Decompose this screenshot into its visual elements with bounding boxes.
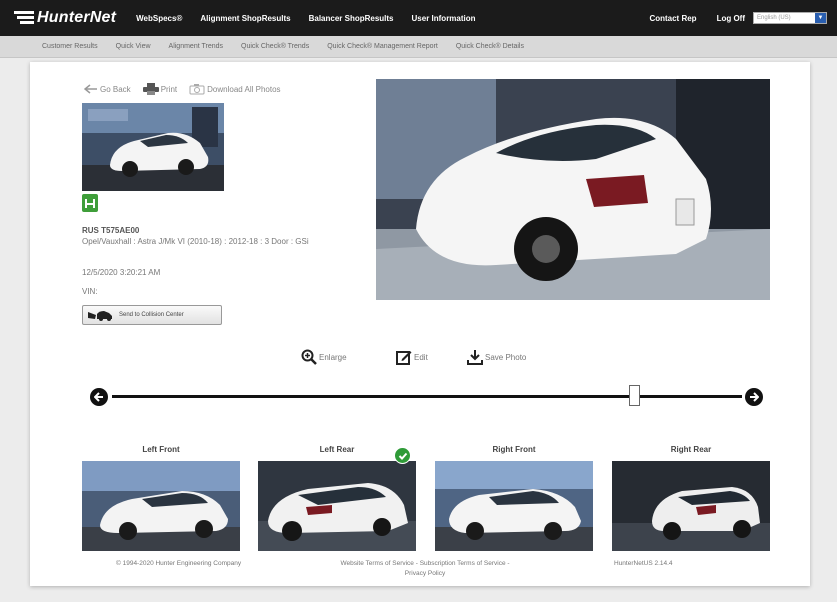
magnify-plus-icon [301,349,317,365]
subnav-quick-check-trends[interactable]: Quick Check® Trends [241,43,309,50]
nav-right-group: Contact Rep Log Off English (US) ▼ [629,0,827,36]
footer-privacy-link[interactable]: Privacy Policy [405,570,445,577]
footer-terms-link[interactable]: Website Terms of Service - Subscription … [340,560,509,567]
license-plate: RUS T575AE00 [82,226,140,235]
arrow-left-icon [94,392,103,402]
vehicle-thumbnail[interactable] [82,103,224,191]
slider-previous-button[interactable] [90,388,108,406]
footer-copyright: © 1994-2020 Hunter Engineering Company [116,560,242,567]
save-photo-label: Save Photo [485,352,527,362]
printer-icon [142,83,159,95]
top-navigation-bar: HunterNet WebSpecs® Alignment ShopResult… [0,0,837,36]
nav-user-information[interactable]: User Information [412,14,476,23]
hunter-logo-icon [14,11,34,25]
gallery-thumb-right-front[interactable] [435,461,593,551]
action-links: Go Back Print Download All Photos [84,83,293,95]
enlarge-tool[interactable]: Enlarge [301,349,347,365]
subnav-quick-check-details[interactable]: Quick Check® Details [456,43,524,50]
download-all-photos-link[interactable]: Download All Photos [189,83,281,95]
hunternet-logo[interactable]: HunterNet [14,0,116,36]
enlarge-label: Enlarge [319,352,347,362]
photo-details-card: Go Back Print Download All Photos RUS T5… [30,62,810,586]
chevron-down-icon: ▼ [815,13,826,23]
vehicle-description: Opel/Vauxhall : Astra J/Mk VI (2010-18) … [82,237,309,246]
gallery-label-right-front: Right Front [492,445,536,454]
go-back-label: Go Back [100,84,131,94]
nav-contact-rep[interactable]: Contact Rep [649,14,696,23]
save-photo-tool[interactable]: Save Photo [467,349,526,365]
gallery-label-left-front: Left Front [142,445,180,454]
collision-car-icon [88,311,112,321]
selected-vehicle-photo[interactable] [376,79,770,300]
nav-webspecs[interactable]: WebSpecs® [136,14,182,23]
print-link[interactable]: Print [142,83,178,95]
selected-check-icon [394,447,411,464]
nav-alignment-shopresults[interactable]: Alignment ShopResults [200,14,290,23]
gallery-thumb-right-rear[interactable] [612,461,770,551]
inspection-datetime: 12/5/2020 3:20:21 AM [82,268,161,277]
send-to-collision-center-button[interactable]: Send to Collision Center [82,305,222,325]
download-label: Download All Photos [207,84,281,94]
edit-tool[interactable]: Edit [396,349,428,365]
sub-navigation-bar: Customer Results Quick View Alignment Tr… [0,36,837,58]
edit-label: Edit [414,352,428,362]
language-select[interactable]: English (US) ▼ [753,12,827,24]
go-back-link[interactable]: Go Back [84,84,131,94]
brand-name: HunterNet [37,9,117,26]
subnav-customer-results[interactable]: Customer Results [42,43,98,50]
gallery-thumb-left-front[interactable] [82,461,240,551]
arrow-right-icon [750,392,759,402]
photo-slider-handle[interactable] [629,385,640,406]
gallery-label-left-rear: Left Rear [319,445,355,454]
language-value: English (US) [757,15,791,21]
nav-balancer-shopresults[interactable]: Balancer ShopResults [309,14,394,23]
footer-terms: Website Terms of Service - Subscription … [315,559,535,579]
edit-pencil-icon [396,351,412,365]
download-icon [467,350,483,365]
vin-label: VIN: [82,287,98,296]
subnav-quick-view[interactable]: Quick View [116,43,151,50]
alignment-status-icon [82,194,98,212]
gallery-thumb-left-rear[interactable] [258,461,416,551]
camera-icon [189,84,205,95]
nav-log-off[interactable]: Log Off [717,14,745,23]
subnav-alignment-trends[interactable]: Alignment Trends [169,43,223,50]
footer-version: HunterNetUS 2.14.4 [614,560,673,567]
lift-icon [85,199,95,208]
collision-button-label: Send to Collision Center [119,312,184,318]
back-arrow-icon [84,84,97,94]
slider-next-button[interactable] [745,388,763,406]
photo-slider-track[interactable] [112,395,742,398]
gallery-label-right-rear: Right Rear [670,445,712,454]
subnav-quick-check-management-report[interactable]: Quick Check® Management Report [327,43,438,50]
print-label: Print [160,84,178,94]
